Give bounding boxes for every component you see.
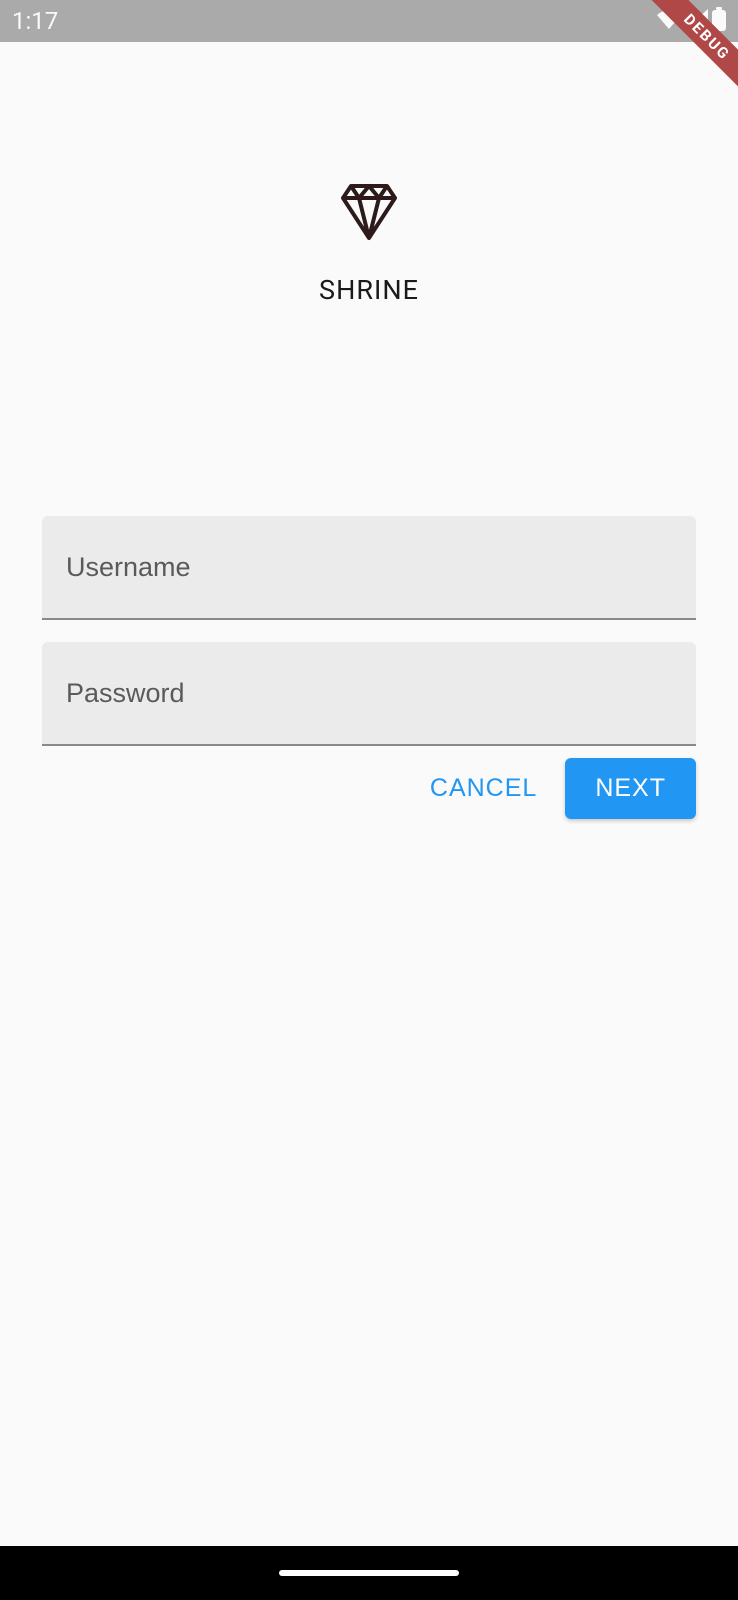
login-content: SHRINE CANCEL NEXT <box>0 42 738 819</box>
username-field[interactable] <box>42 516 696 620</box>
status-time: 1:17 <box>12 7 58 35</box>
app-title: SHRINE <box>319 274 419 306</box>
status-bar: 1:17 <box>0 0 738 42</box>
logo-section: SHRINE <box>42 182 696 306</box>
navigation-bar <box>0 1546 738 1600</box>
nav-handle[interactable] <box>279 1570 459 1576</box>
cancel-button[interactable]: CANCEL <box>416 758 551 819</box>
button-row: CANCEL NEXT <box>42 758 696 819</box>
password-field[interactable] <box>42 642 696 746</box>
next-button[interactable]: NEXT <box>565 758 696 819</box>
diamond-icon <box>341 182 397 246</box>
